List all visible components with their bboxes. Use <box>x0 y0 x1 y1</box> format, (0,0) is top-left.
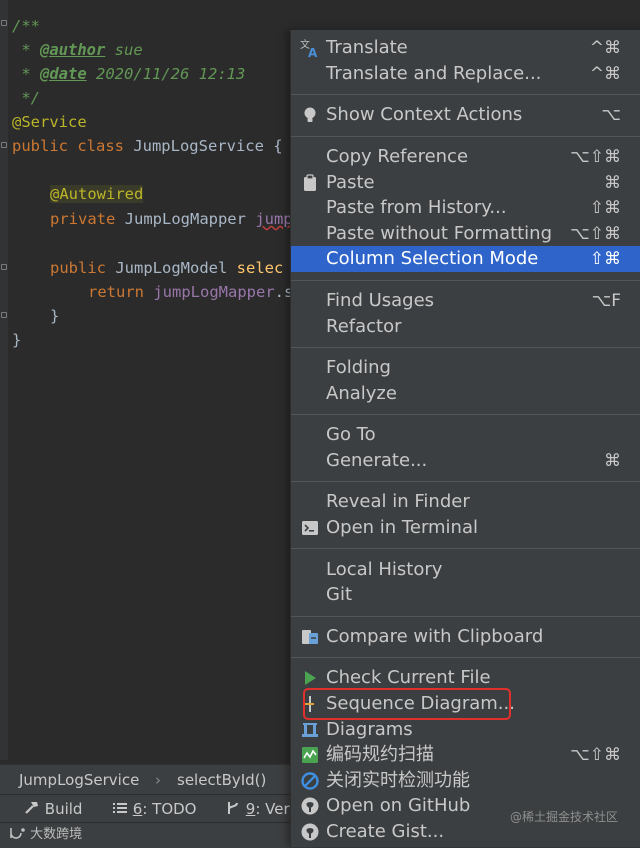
menu-item-disable-realtime-check[interactable]: 关闭实时检测功能 <box>291 768 640 794</box>
menu-item-column-selection-mode[interactable]: Column Selection Mode ⇧⌘ <box>291 246 640 272</box>
code-line: return jumpLogMapper.s <box>88 283 294 301</box>
menu-item-paste-without-formatting[interactable]: Paste without Formatting ⌥⇧⌘ <box>291 221 640 247</box>
tool-window-todo[interactable]: 6: TODO <box>112 795 196 823</box>
breadcrumb-separator-icon: › <box>155 771 161 789</box>
highlight-annotation-box <box>303 688 511 720</box>
menu-item-translate[interactable]: 文A Translate ^⌘ <box>291 35 640 61</box>
fold-marker-icon[interactable] <box>1 20 7 26</box>
disable-icon <box>301 772 319 790</box>
vcs-branch-icon <box>228 802 238 814</box>
menu-item-paste[interactable]: Paste ⌘ <box>291 170 640 196</box>
menu-item-paste-from-history[interactable]: Paste from History... ⇧⌘ <box>291 195 640 221</box>
code-line: @Service <box>12 113 87 131</box>
code-line: /** <box>12 17 40 35</box>
menu-item-folding[interactable]: Folding <box>291 355 640 381</box>
svg-text:A: A <box>308 46 318 58</box>
breadcrumb-item-class[interactable]: JumpLogService <box>19 765 139 795</box>
github-icon <box>301 823 319 841</box>
terminal-icon <box>302 521 318 535</box>
watermark-right: @稀土掘金技术社区 <box>510 810 619 824</box>
menu-item-go-to[interactable]: Go To <box>291 422 640 448</box>
menu-item-local-history[interactable]: Local History <box>291 557 640 583</box>
code-line: } <box>50 307 60 325</box>
lightbulb-icon <box>304 107 316 122</box>
tool-window-build[interactable]: Build <box>24 795 82 823</box>
menu-item-git[interactable]: Git <box>291 582 640 608</box>
translate-icon: 文A <box>300 38 318 58</box>
play-icon <box>305 671 316 685</box>
code-scan-icon <box>302 747 318 763</box>
menu-separator <box>291 481 640 482</box>
code-line: public JumpLogModel selec <box>50 259 284 277</box>
code-line: @Autowired <box>50 185 144 203</box>
watermark-logo-icon <box>10 828 25 839</box>
editor-gutter <box>0 0 8 760</box>
code-line: * @author sue <box>12 41 143 59</box>
code-line: public class JumpLogService { <box>12 137 283 155</box>
code-line: */ <box>12 89 40 107</box>
menu-item-find-usages[interactable]: Find Usages ⌥F <box>291 288 640 314</box>
list-icon <box>113 803 127 813</box>
code-line: private JumpLogMapper jump <box>50 210 293 228</box>
code-line: } <box>12 331 22 349</box>
menu-item-diagrams[interactable]: Diagrams <box>291 717 640 743</box>
menu-item-refactor[interactable]: Refactor <box>291 314 640 340</box>
menu-item-reveal-in-finder[interactable]: Reveal in Finder <box>291 489 640 515</box>
menu-separator <box>291 280 640 281</box>
menu-item-show-context-actions[interactable]: Show Context Actions ⌥ <box>291 102 640 128</box>
code-line: * @date 2020/11/26 12:13 <box>12 65 246 83</box>
hammer-icon <box>25 802 38 814</box>
github-icon <box>301 797 319 815</box>
menu-separator <box>291 414 640 415</box>
menu-separator <box>291 347 640 348</box>
menu-item-open-in-terminal[interactable]: Open in Terminal <box>291 515 640 541</box>
breadcrumb-item-method[interactable]: selectById() <box>177 765 266 795</box>
menu-item-generate[interactable]: Generate... ⌘ <box>291 448 640 474</box>
clipboard-icon <box>304 174 316 191</box>
menu-item-analyze[interactable]: Analyze <box>291 381 640 407</box>
tool-window-vcs[interactable]: 9: Vers <box>225 795 297 823</box>
menu-separator <box>291 548 640 549</box>
menu-item-translate-and-replace[interactable]: Translate and Replace... ^⌘ <box>291 61 640 87</box>
menu-item-copy-reference[interactable]: Copy Reference ⌥⇧⌘ <box>291 144 640 170</box>
diagrams-icon <box>302 723 318 737</box>
fold-marker-icon[interactable] <box>1 142 7 148</box>
menu-item-compare-with-clipboard[interactable]: Compare with Clipboard <box>291 624 640 650</box>
watermark-left: 大数跨境 <box>8 825 82 845</box>
menu-separator <box>291 136 640 137</box>
fold-marker-icon[interactable] <box>1 312 7 318</box>
menu-separator <box>291 94 640 95</box>
menu-item-code-scan[interactable]: 编码规约扫描 ⌥⇧⌘ <box>291 742 640 768</box>
menu-separator <box>291 616 640 617</box>
compare-icon <box>302 630 318 644</box>
fold-marker-icon[interactable] <box>1 264 7 270</box>
context-menu: 文A Translate ^⌘ Translate and Replace... ^… <box>290 30 640 847</box>
menu-separator <box>291 657 640 658</box>
